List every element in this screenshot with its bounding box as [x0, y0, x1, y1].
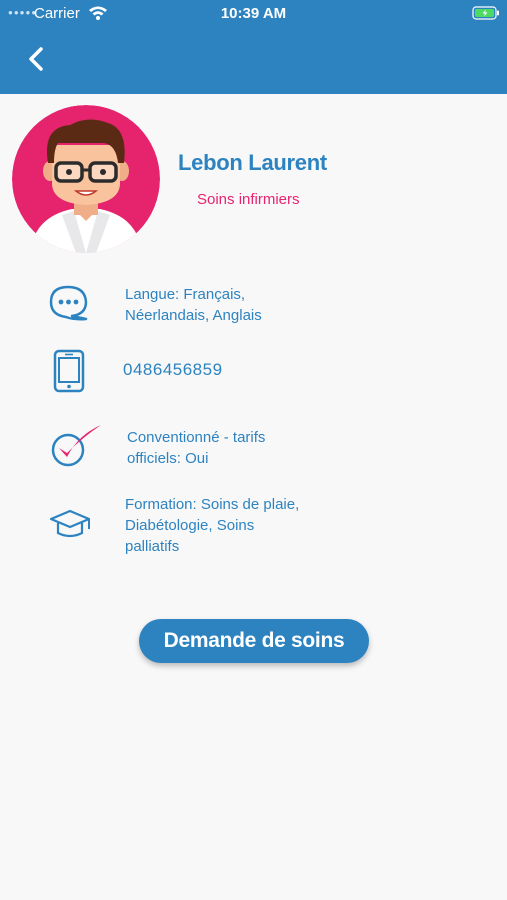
battery-icon	[472, 6, 499, 20]
nurse-specialty: Soins infirmiers	[197, 191, 300, 208]
language-line-1: Langue: Français,	[125, 286, 246, 303]
formation-info: Formation: Soins de plaie, Diabétologie,…	[125, 494, 299, 557]
formation-line-3: palliatifs	[125, 538, 180, 555]
chevron-left-icon[interactable]	[22, 44, 52, 74]
nurse-avatar	[12, 105, 160, 253]
language-info: Langue: Français, Néerlandais, Anglais	[125, 284, 262, 326]
app-header: ●●●●● Carrier 10:39 AM	[0, 0, 507, 94]
request-care-button[interactable]: Demande de soins	[139, 619, 369, 663]
formation-line-2: Diabétologie, Soins	[125, 517, 255, 534]
phone-number[interactable]: 0486456859	[123, 359, 223, 380]
language-line-2: Néerlandais, Anglais	[125, 307, 262, 324]
convention-line-2: officiels: Oui	[127, 450, 209, 467]
graduation-cap-icon	[49, 509, 91, 538]
convention-line-1: Conventionné - tarifs	[127, 429, 266, 446]
clock: 10:39 AM	[220, 5, 287, 22]
checkmark-circle-icon	[51, 425, 101, 467]
formation-line-1: Formation: Soins de plaie,	[125, 496, 300, 513]
convention-info: Conventionné - tarifs officiels: Oui	[127, 427, 265, 469]
chat-bubble-icon	[49, 285, 88, 321]
mobile-phone-icon	[53, 349, 85, 393]
status-bar: ●●●●● Carrier 10:39 AM	[0, 0, 507, 28]
nurse-name: Lebon Laurent	[178, 150, 327, 175]
